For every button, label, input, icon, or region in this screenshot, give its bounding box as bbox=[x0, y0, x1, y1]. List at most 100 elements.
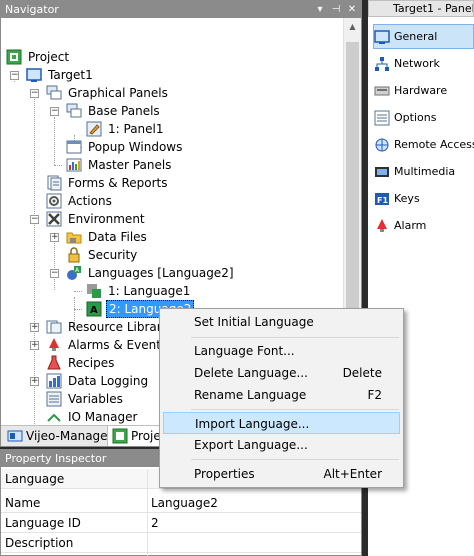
tree-node-panel1[interactable]: 1: Panel1 bbox=[86, 120, 166, 138]
alarm-icon bbox=[46, 337, 62, 353]
tree-node-popup-windows[interactable]: Popup Windows bbox=[66, 138, 184, 156]
chart-icon bbox=[46, 373, 62, 389]
actions-icon bbox=[46, 193, 62, 209]
tree-node-resource-library[interactable]: Resource Library bbox=[46, 318, 171, 336]
tree-node-actions[interactable]: Actions bbox=[46, 192, 114, 210]
expand-toggle[interactable]: + bbox=[30, 323, 39, 332]
tools-icon bbox=[46, 211, 62, 227]
tree-node-graphical-panels[interactable]: Graphical Panels bbox=[46, 84, 170, 102]
menu-item-delete-language[interactable]: Delete Language... Delete bbox=[163, 362, 400, 384]
property-row-language-id[interactable]: Language ID 2 bbox=[1, 513, 361, 533]
options-icon bbox=[374, 110, 390, 126]
dropdown-icon[interactable]: ▾ bbox=[314, 1, 326, 18]
property-row-name[interactable]: Name Language2 bbox=[1, 493, 361, 513]
property-value[interactable]: Language2 bbox=[151, 496, 218, 510]
category-hardware[interactable]: Hardware bbox=[374, 78, 474, 103]
category-alarm[interactable]: Alarm bbox=[374, 213, 474, 238]
tree-node-data-logging[interactable]: Data Logging bbox=[46, 372, 150, 390]
scroll-thumb[interactable] bbox=[346, 42, 359, 332]
tree-node-io-manager[interactable]: IO Manager bbox=[46, 408, 139, 425]
collapse-toggle[interactable]: − bbox=[30, 89, 39, 98]
collapse-toggle[interactable]: − bbox=[50, 269, 59, 278]
project-icon bbox=[112, 428, 128, 444]
category-label: Network bbox=[394, 57, 440, 70]
tree-node-master-panels[interactable]: Master Panels bbox=[66, 156, 173, 174]
tree-node-forms-reports[interactable]: Forms & Reports bbox=[46, 174, 170, 192]
function-key-icon: F1 bbox=[374, 191, 390, 207]
tree-label: Master Panels bbox=[88, 158, 172, 172]
expand-toggle[interactable]: + bbox=[50, 233, 59, 242]
menu-separator bbox=[191, 409, 399, 410]
category-options[interactable]: Options bbox=[374, 105, 474, 130]
menu-item-label: Delete Language... bbox=[194, 366, 308, 380]
menu-item-label: Import Language... bbox=[195, 417, 310, 431]
category-general[interactable]: General bbox=[373, 24, 474, 49]
menu-item-shortcut: Alt+Enter bbox=[323, 467, 382, 481]
tree-node-base-panels[interactable]: Base Panels bbox=[66, 102, 162, 120]
expand-toggle[interactable]: + bbox=[30, 341, 39, 350]
menu-item-shortcut: F2 bbox=[367, 388, 382, 402]
lock-icon bbox=[66, 247, 82, 263]
tree-node-recipes[interactable]: Recipes bbox=[46, 354, 116, 372]
menu-item-label: Language Font... bbox=[194, 344, 295, 358]
category-label: Keys bbox=[394, 192, 420, 205]
project-icon bbox=[6, 49, 22, 65]
svg-text:A: A bbox=[90, 305, 98, 316]
tab-target1-panel1[interactable]: Target1 - Panel1 bbox=[368, 0, 474, 17]
tree-label: 1: Language1 bbox=[108, 284, 191, 298]
close-icon[interactable]: ✕ bbox=[346, 1, 358, 18]
tree-node-security[interactable]: Security bbox=[66, 246, 139, 264]
property-row-description[interactable]: Description bbox=[1, 533, 361, 553]
property-value[interactable]: 2 bbox=[151, 516, 159, 530]
tree-node-variables[interactable]: Variables bbox=[46, 390, 125, 408]
menu-item-export-language[interactable]: Export Language... bbox=[163, 434, 400, 456]
menu-item-language-font[interactable]: Language Font... bbox=[163, 340, 400, 362]
collapse-toggle[interactable]: − bbox=[10, 71, 19, 80]
tree-label: Environment bbox=[68, 212, 145, 226]
scroll-up-icon[interactable]: ▲ bbox=[344, 18, 361, 35]
category-label: General bbox=[394, 30, 438, 43]
remote-access-icon bbox=[374, 137, 390, 153]
menu-item-import-language[interactable]: Import Language... bbox=[163, 412, 400, 434]
menu-item-label: Set Initial Language bbox=[194, 315, 314, 329]
languages-icon: A bbox=[66, 265, 82, 281]
menu-item-properties[interactable]: Properties Alt+Enter bbox=[163, 463, 400, 485]
tree-label: 1: Panel1 bbox=[108, 122, 164, 136]
tree-label: Graphical Panels bbox=[68, 86, 168, 100]
tab-vijeo-manager[interactable]: Vijeo-Manager bbox=[3, 426, 117, 446]
pin-icon[interactable]: ⊣ bbox=[330, 1, 342, 18]
multimedia-icon bbox=[374, 164, 390, 180]
tree-node-languages[interactable]: A Languages [Language2] bbox=[66, 264, 236, 282]
master-panel-icon bbox=[66, 157, 82, 173]
property-column-divider[interactable] bbox=[147, 469, 148, 556]
tree-label: Forms & Reports bbox=[68, 176, 168, 190]
navigator-title: Navigator bbox=[5, 3, 59, 16]
property-inspector-title: Property Inspector bbox=[5, 452, 107, 465]
tree-label: Recipes bbox=[68, 356, 115, 370]
expand-toggle[interactable]: + bbox=[30, 377, 39, 386]
collapse-toggle[interactable]: − bbox=[50, 107, 59, 116]
tree-label: Popup Windows bbox=[88, 140, 183, 154]
category-multimedia[interactable]: Multimedia bbox=[374, 159, 474, 184]
tree-label: Data Logging bbox=[68, 374, 149, 388]
monitor-icon bbox=[26, 67, 42, 83]
collapse-toggle[interactable]: − bbox=[30, 215, 39, 224]
category-network[interactable]: Network bbox=[374, 51, 474, 76]
tree-node-environment[interactable]: Environment bbox=[46, 210, 147, 228]
tree-node-language1[interactable]: 1: Language1 bbox=[86, 282, 192, 300]
hardware-icon bbox=[374, 83, 390, 99]
language-active-icon: A bbox=[86, 301, 102, 317]
category-remote-access[interactable]: Remote Access bbox=[374, 132, 474, 157]
category-keys[interactable]: F1 Keys bbox=[374, 186, 474, 211]
tree-node-data-files[interactable]: Data Files bbox=[66, 228, 149, 246]
vijeo-manager-icon bbox=[7, 428, 23, 444]
category-label: Alarm bbox=[394, 219, 427, 232]
tree-node-target1[interactable]: Target1 bbox=[26, 66, 95, 84]
menu-item-set-initial-language[interactable]: Set Initial Language bbox=[163, 311, 400, 333]
tree-label: Languages [Language2] bbox=[88, 266, 234, 280]
tree-label: Base Panels bbox=[88, 104, 160, 118]
tree-node-project[interactable]: Project bbox=[6, 48, 71, 66]
menu-item-rename-language[interactable]: Rename Language F2 bbox=[163, 384, 400, 406]
language-icon bbox=[86, 283, 102, 299]
tree-node-alarms-events[interactable]: Alarms & Events bbox=[46, 336, 169, 354]
